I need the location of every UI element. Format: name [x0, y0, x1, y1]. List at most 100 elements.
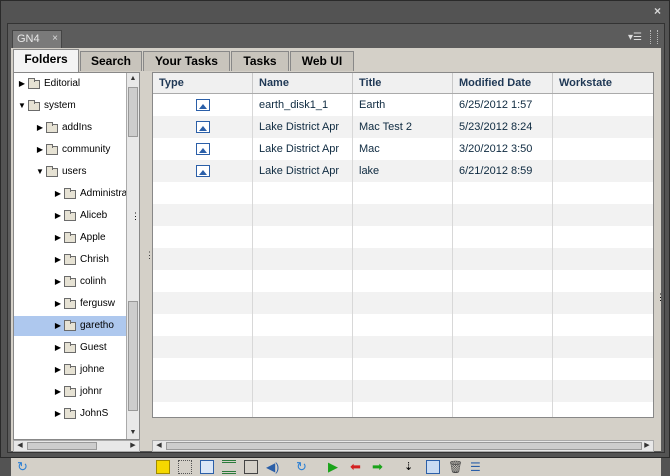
empty-cell	[353, 270, 453, 292]
empty-row	[153, 270, 653, 292]
refresh-icon[interactable]: ↻	[296, 460, 310, 474]
scroll-left-icon[interactable]: ◀	[14, 441, 26, 451]
expand-arrow-icon[interactable]: ▶	[54, 228, 62, 248]
grid-hscroll-thumb[interactable]	[166, 442, 642, 450]
delete-icon[interactable]: 🗑	[448, 460, 463, 474]
folder-icon	[64, 210, 76, 221]
grid-scroll-right-icon[interactable]: ▶	[641, 441, 653, 451]
table-row[interactable]: earth_disk1_1 Earth 6/25/2012 1:57	[153, 94, 653, 116]
folder-icon	[64, 364, 76, 375]
empty-row	[153, 402, 653, 417]
grid-scroll-left-icon[interactable]: ◀	[153, 441, 165, 451]
tree-item-guest[interactable]: ▶ Guest	[14, 338, 126, 358]
empty-cell	[453, 336, 553, 358]
empty-cell	[353, 314, 453, 336]
empty-row	[153, 248, 653, 270]
tree-item-system[interactable]: ▼ system	[14, 96, 126, 116]
tree-item-johnr[interactable]: ▶ johnr	[14, 382, 126, 402]
expand-arrow-icon[interactable]: ▶	[54, 250, 62, 270]
play-icon[interactable]: ▶	[328, 460, 342, 474]
grid-horizontal-scrollbar[interactable]: ◀ ▶	[152, 440, 654, 452]
back-arrow-icon[interactable]: ⬅	[350, 460, 364, 474]
expand-arrow-icon[interactable]: ▶	[18, 74, 26, 94]
expand-arrow-icon[interactable]: ▶	[54, 206, 62, 226]
expand-arrow-icon[interactable]: ▶	[36, 140, 44, 160]
tree-item-johns[interactable]: ▶ JohnS	[14, 404, 126, 424]
scroll-down-icon[interactable]: ▼	[127, 427, 139, 439]
audio-icon[interactable]: ◀)	[266, 460, 280, 474]
panel-tab[interactable]: GN4 ×	[12, 30, 62, 48]
column-header-name[interactable]: Name	[253, 73, 353, 93]
tab-web-ui[interactable]: Web UI	[290, 51, 354, 71]
close-icon[interactable]: ×	[654, 4, 661, 18]
table-row[interactable]: Lake District Apr lake 6/21/2012 8:59	[153, 160, 653, 182]
scroll-thumb-lower[interactable]	[128, 301, 138, 411]
empty-cell	[553, 94, 653, 116]
tree-item-johne[interactable]: ▶ johne	[14, 360, 126, 380]
tree-item-users[interactable]: ▼ users	[14, 162, 126, 182]
expand-arrow-icon[interactable]: ▶	[54, 404, 62, 424]
image-type-icon	[196, 99, 210, 111]
grid-view-icon[interactable]	[178, 460, 192, 474]
expand-arrow-icon[interactable]: ▶	[54, 382, 62, 402]
tree-item-chrish[interactable]: ▶ Chrish	[14, 250, 126, 270]
properties-icon[interactable]: ☰	[470, 460, 484, 474]
table-row[interactable]: Lake District Apr Mac 3/20/2012 3:50	[153, 138, 653, 160]
hscroll-thumb[interactable]	[27, 442, 97, 450]
tree-item-addins[interactable]: ▶ addIns	[14, 118, 126, 138]
columns-view-icon[interactable]	[244, 460, 258, 474]
empty-cell	[453, 204, 553, 226]
expand-arrow-icon[interactable]: ▶	[54, 338, 62, 358]
bottom-toolbar: ↻ ◀) ↻ ▶ ⬅ ➡ ⇣ 🗑 ☰	[11, 458, 661, 476]
scroll-grip-icon: ⋮	[131, 211, 140, 221]
empty-cell	[553, 226, 653, 248]
checkin-icon[interactable]: ⇣	[404, 460, 418, 474]
collapse-arrow-icon[interactable]: ▼	[18, 96, 26, 116]
refresh-tree-icon[interactable]: ↻	[17, 460, 31, 474]
folder-icon	[64, 188, 76, 199]
empty-cell	[253, 314, 353, 336]
tree-item-label: Aliceb	[80, 210, 108, 221]
scroll-up-icon[interactable]: ▲	[127, 73, 139, 85]
tree-item-editorial[interactable]: ▶ Editorial	[14, 74, 126, 94]
table-row[interactable]: Lake District Apr Mac Test 2 5/23/2012 8:2…	[153, 116, 653, 138]
scroll-right-icon[interactable]: ▶	[127, 441, 139, 451]
tab-folders[interactable]: Folders	[13, 49, 79, 72]
collapse-arrow-icon[interactable]: ▼	[36, 162, 44, 182]
tree-item-fergusw[interactable]: ▶ fergusw	[14, 294, 126, 314]
tree-item-colinh[interactable]: ▶ colinh	[14, 272, 126, 292]
column-header-type[interactable]: Type	[153, 73, 253, 93]
scroll-thumb[interactable]	[128, 87, 138, 137]
tree-horizontal-scrollbar[interactable]: ◀ ▶	[13, 440, 140, 452]
tab-tasks[interactable]: Tasks	[231, 51, 289, 71]
panel-menu-icon[interactable]: ▾☰	[628, 32, 642, 43]
expand-arrow-icon[interactable]: ▶	[54, 360, 62, 380]
tree-item-aliceb[interactable]: ▶ Aliceb	[14, 206, 126, 226]
folder-link-icon[interactable]	[426, 460, 440, 474]
expand-arrow-icon[interactable]: ▶	[54, 294, 62, 314]
expand-arrow-icon[interactable]: ▶	[54, 316, 62, 336]
empty-cell	[453, 292, 553, 314]
tree-vertical-scrollbar[interactable]: ▲ ⋮ ▼	[126, 73, 139, 439]
expand-arrow-icon[interactable]: ▶	[54, 184, 62, 204]
forward-arrow-icon[interactable]: ➡	[372, 460, 386, 474]
panel-grip-icon[interactable]	[650, 30, 658, 44]
tree-item-administrator[interactable]: ▶ Administrator	[14, 184, 126, 204]
list-view-icon[interactable]	[222, 460, 236, 474]
panel-tab-label: GN4	[17, 33, 40, 45]
column-header-workstate[interactable]: Workstate	[553, 73, 653, 93]
expand-arrow-icon[interactable]: ▶	[36, 118, 44, 138]
close-tab-icon[interactable]: ×	[52, 33, 58, 44]
tab-search[interactable]: Search	[80, 51, 142, 71]
tree-item-community[interactable]: ▶ community	[14, 140, 126, 160]
image-view-icon[interactable]	[200, 460, 214, 474]
thumbnail-view-icon[interactable]	[156, 460, 170, 474]
tree-item-garetho[interactable]: ▶ garetho	[14, 316, 126, 336]
tree-item-apple[interactable]: ▶ Apple	[14, 228, 126, 248]
right-splitter[interactable]: ⋮	[656, 72, 665, 440]
pane-splitter[interactable]: ⋮	[142, 72, 154, 440]
tab-your-tasks[interactable]: Your Tasks	[143, 51, 230, 71]
column-header-title[interactable]: Title	[353, 73, 453, 93]
column-header-modified-date[interactable]: Modified Date	[453, 73, 553, 93]
expand-arrow-icon[interactable]: ▶	[54, 272, 62, 292]
